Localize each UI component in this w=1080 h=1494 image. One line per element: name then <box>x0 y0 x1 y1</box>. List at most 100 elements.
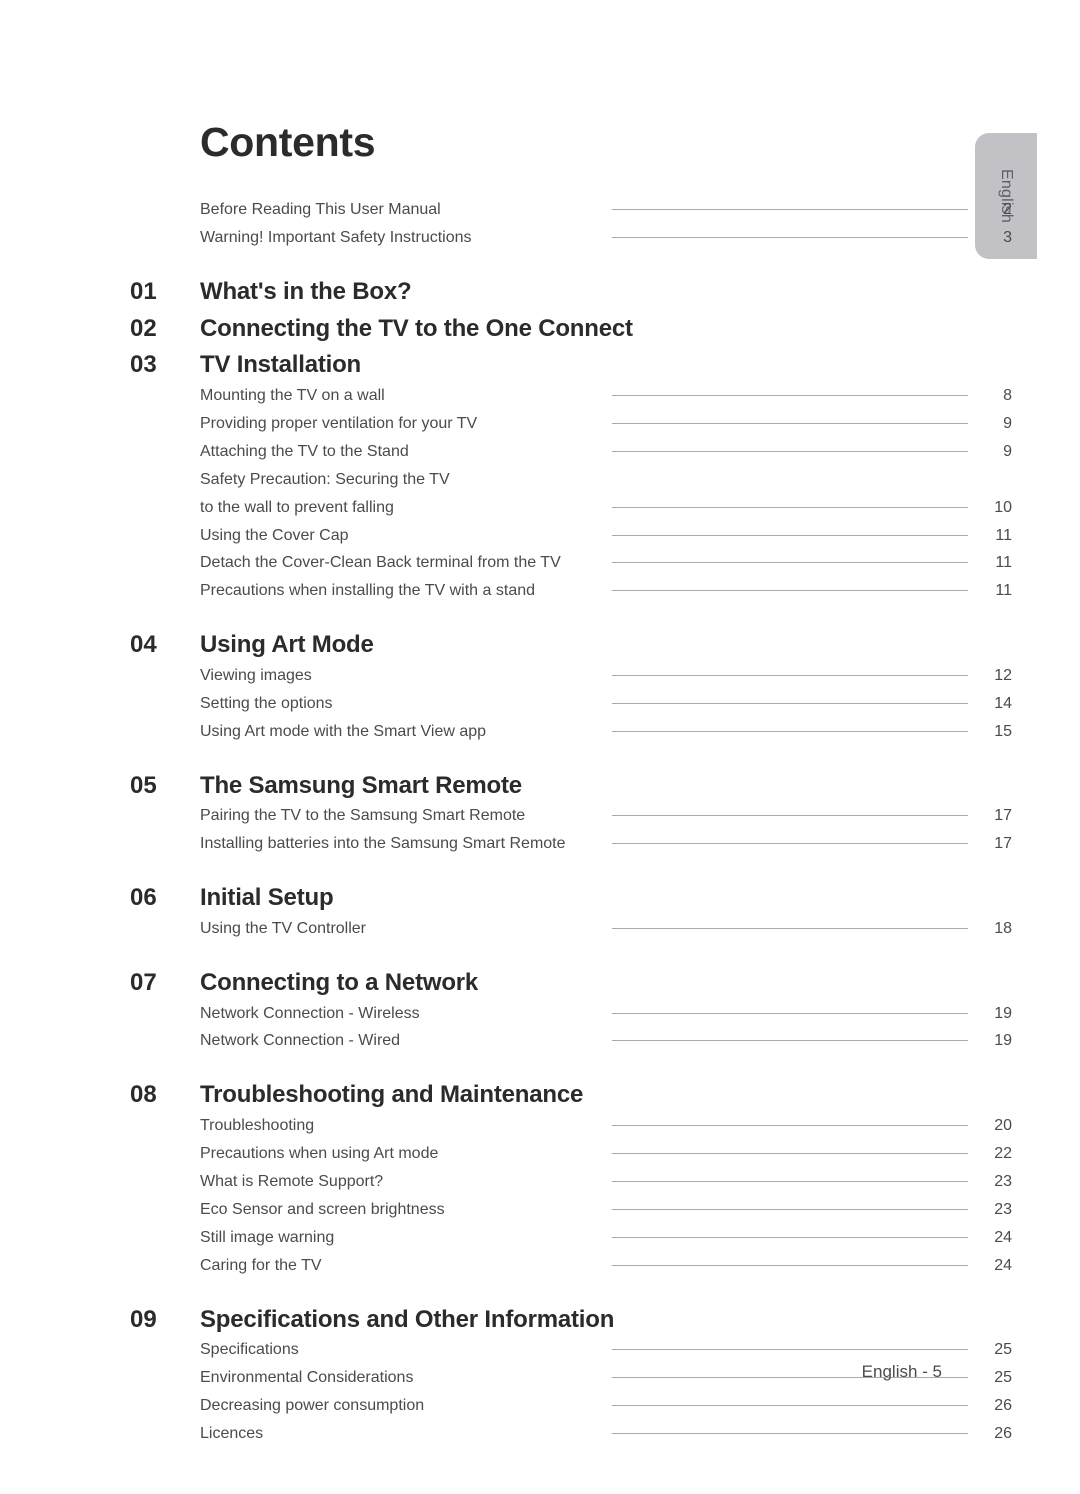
toc-entry[interactable]: Pairing the TV to the Samsung Smart Remo… <box>130 803 1012 829</box>
toc-entry-label: Network Connection - Wired <box>200 1032 401 1050</box>
section-heading[interactable]: 05 The Samsung Smart Remote <box>130 771 942 802</box>
toc-entry-page-number: 26 <box>994 1397 1012 1415</box>
toc-leader-line <box>612 927 968 933</box>
toc-leader-line <box>612 1236 968 1242</box>
section-heading[interactable]: 09 Specifications and Other Information <box>130 1305 942 1336</box>
toc-entry-label: Licences <box>200 1424 264 1442</box>
toc-content: Contents Before Reading This User Manual… <box>130 119 1012 1447</box>
toc-entry-label: Setting the options <box>200 694 333 712</box>
toc-entry[interactable]: Using the TV Controller 18 <box>130 916 1012 942</box>
toc-entry-page-number: 15 <box>994 722 1012 740</box>
section-heading[interactable]: 06 Initial Setup <box>130 883 942 914</box>
toc-entry[interactable]: Using Art mode with the Smart View app 15 <box>130 719 1012 745</box>
section-title: Connecting the TV to the One Connect <box>200 314 633 342</box>
toc-leader-line <box>612 450 968 456</box>
toc-leader-line <box>612 1264 968 1270</box>
toc-entry[interactable]: Specifications 25 <box>130 1337 1012 1363</box>
toc-entry-label: Before Reading This User Manual <box>200 201 441 218</box>
toc-entry[interactable]: Eco Sensor and screen brightness 23 <box>130 1197 1012 1223</box>
toc-leader-line <box>612 815 968 820</box>
toc-entry-page-number: 10 <box>994 498 1012 516</box>
toc-entry[interactable]: Viewing images 12 <box>130 663 1012 689</box>
toc-entry-page-number: 25 <box>994 1341 1012 1359</box>
toc-leader-line <box>612 1012 968 1018</box>
section-number: 04 <box>130 631 157 659</box>
section-heading[interactable]: 01 What's in the Box? <box>130 277 942 308</box>
toc-entry[interactable]: What is Remote Support? 23 <box>130 1169 1012 1195</box>
toc-entry[interactable]: Setting the options 14 <box>130 691 1012 717</box>
section-title: Connecting to a Network <box>200 968 479 996</box>
toc-entry[interactable]: Providing proper ventilation for your TV… <box>130 411 1012 437</box>
section-number: 03 <box>130 351 157 379</box>
toc-entry-page-number: 26 <box>994 1424 1012 1442</box>
toc-entry-page-number: 18 <box>994 919 1012 937</box>
toc-entry[interactable]: Precautions when installing the TV with … <box>130 578 1012 604</box>
toc-entry-label: Still image warning <box>200 1228 335 1246</box>
section-number: 01 <box>130 277 157 305</box>
toc-entry[interactable]: Attaching the TV to the Stand 9 <box>130 439 1012 465</box>
section-heading[interactable]: 04 Using Art Mode <box>130 630 942 661</box>
toc-entry-page-number: 17 <box>994 835 1012 853</box>
section-title: Troubleshooting and Maintenance <box>200 1081 584 1109</box>
toc-entry-page-number: 19 <box>994 1004 1012 1022</box>
section-number: 07 <box>130 968 157 996</box>
toc-leader-line <box>612 1180 968 1186</box>
section-heading[interactable]: 03 TV Installation <box>130 350 942 381</box>
toc-entry-label: Precautions when using Art mode <box>200 1144 439 1162</box>
section-list: 01 What's in the Box? 02 Connecting the TV … <box>130 277 1012 1447</box>
toc-entry-page-number: 23 <box>994 1200 1012 1218</box>
toc-entry[interactable]: Decreasing power consumption 26 <box>130 1393 1012 1419</box>
toc-entry[interactable]: Installing batteries into the Samsung Sm… <box>130 831 1012 857</box>
toc-entry[interactable]: Using the Cover Cap 11 <box>130 523 1012 549</box>
toc-entry[interactable]: Licences 26 <box>130 1421 1012 1447</box>
section-title: The Samsung Smart Remote <box>200 771 522 799</box>
toc-entry-label: Installing batteries into the Samsung Sm… <box>200 835 566 853</box>
toc-leader-line <box>612 730 968 736</box>
section-number: 06 <box>130 884 157 912</box>
section-heading[interactable]: 08 Troubleshooting and Maintenance <box>130 1080 942 1111</box>
toc-entry[interactable]: Mounting the TV on a wall 8 <box>130 383 1012 409</box>
toc-entry-page-number: 17 <box>994 807 1012 825</box>
toc-entry-label: Providing proper ventilation for your TV <box>200 414 478 432</box>
section-heading[interactable]: 07 Connecting to a Network <box>130 968 942 999</box>
page-title: Contents <box>200 119 376 165</box>
section-title: TV Installation <box>200 351 362 379</box>
toc-entry[interactable]: Caring for the TV 24 <box>130 1253 1012 1279</box>
toc-entry[interactable]: Troubleshooting 20 <box>130 1113 1012 1139</box>
toc-entry-page-number: 22 <box>994 1144 1012 1162</box>
toc-entry[interactable]: Network Connection - Wired 19 <box>130 1028 1012 1054</box>
front-matter-list: Before Reading This User Manual 2 Warning!… <box>130 197 1012 251</box>
toc-entry-label: Troubleshooting <box>200 1117 315 1135</box>
toc-entry[interactable]: Network Connection - Wireless 19 <box>130 1001 1012 1027</box>
section-title: Specifications and Other Information <box>200 1305 615 1333</box>
toc-entry-label: What is Remote Support? <box>200 1172 384 1190</box>
toc-leader-line <box>612 1349 968 1354</box>
toc-entry[interactable]: Safety Precaution: Securing the TV <box>130 467 1012 493</box>
toc-entry-label: Attaching the TV to the Stand <box>200 442 409 460</box>
section-number: 09 <box>130 1305 157 1333</box>
toc-entry[interactable]: Warning! Important Safety Instructions 3 <box>130 225 1012 251</box>
toc-leader-line <box>612 702 968 708</box>
toc-entry-label: Warning! Important Safety Instructions <box>200 228 472 246</box>
toc-entry-page-number: 8 <box>1003 386 1012 404</box>
section-heading[interactable]: 02 Connecting the TV to the One Connect <box>130 314 942 345</box>
toc-entry-page-number: 24 <box>994 1256 1012 1274</box>
toc-entry-page-number: 11 <box>995 582 1012 600</box>
toc-entry-label: Caring for the TV <box>200 1256 322 1274</box>
toc-leader-line <box>612 590 968 595</box>
toc-leader-line <box>612 209 968 214</box>
toc-entry[interactable]: to the wall to prevent falling 10 <box>130 495 1012 521</box>
toc-entry[interactable]: Detach the Cover-Clean Back terminal fro… <box>130 550 1012 576</box>
section-number: 05 <box>130 771 157 799</box>
toc-entry-page-number: 11 <box>995 554 1012 572</box>
toc-entry[interactable]: Still image warning 24 <box>130 1225 1012 1251</box>
toc-leader-line <box>612 1432 968 1438</box>
toc-entry[interactable]: Precautions when using Art mode 22 <box>130 1141 1012 1167</box>
toc-entry-page-number: 9 <box>1003 442 1012 460</box>
toc-entry[interactable]: Before Reading This User Manual 2 <box>130 197 1012 223</box>
toc-entry-label: Viewing images <box>200 666 312 684</box>
toc-leader-line <box>612 1208 968 1214</box>
toc-entry-page-number: 19 <box>994 1032 1012 1050</box>
toc-entry-label: Safety Precaution: Securing the TV <box>200 470 450 488</box>
toc-entry-label: Using the TV Controller <box>200 919 366 937</box>
